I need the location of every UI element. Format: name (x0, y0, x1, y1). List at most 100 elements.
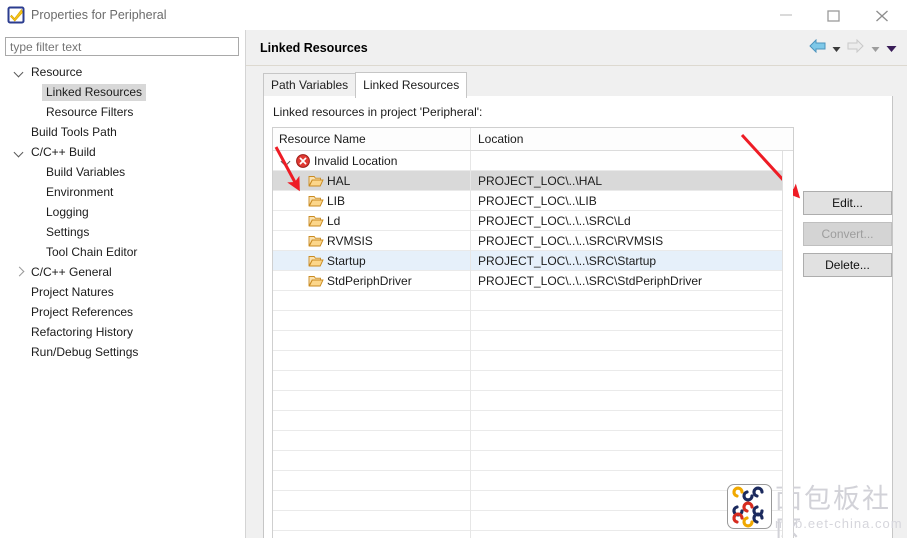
sidebar-item-settings[interactable]: Settings (0, 222, 245, 242)
page-nav-group (806, 38, 897, 59)
action-button-label: Edit... (832, 196, 863, 210)
vertical-scrollbar[interactable] (782, 151, 793, 538)
back-dropdown-icon[interactable] (832, 39, 841, 59)
row-location: PROJECT_LOC\..\..\SRC\Startup (478, 254, 657, 268)
tree-expander-placeholder (13, 282, 27, 302)
watermark: 面包板社区 mbb.eet-china.com (727, 484, 907, 538)
sidebar-item-project-references[interactable]: Project References (0, 302, 245, 322)
action-button-label: Convert... (821, 227, 874, 241)
table-header: Resource Name Location (273, 128, 793, 151)
tree-item-label: C/C++ Build (31, 145, 96, 160)
table-row-invalid-location[interactable]: Invalid Location (273, 151, 793, 171)
tree-expander-placeholder (28, 182, 42, 202)
back-arrow-icon[interactable] (808, 38, 826, 59)
delete-button[interactable]: Delete... (803, 253, 892, 277)
tab-label: Linked Resources (363, 78, 460, 92)
tree-item-label: Build Tools Path (31, 125, 117, 140)
tree-item-label: Linked Resources (42, 84, 147, 102)
tab-linked-resources[interactable]: Linked Resources (355, 72, 468, 98)
sidebar-item-c-c-general[interactable]: C/C++ General (0, 262, 245, 282)
title-bar: Properties for Peripheral (0, 0, 907, 31)
tree-expander-placeholder (13, 122, 27, 142)
content-description: Linked resources in project 'Peripheral'… (273, 105, 483, 119)
table-row-stdperiphdriver[interactable]: StdPeriphDriver PROJECT_LOC\..\..\SRC\St… (273, 271, 793, 291)
row-resource-name: Invalid Location (314, 154, 398, 168)
sidebar-item-resource-filters[interactable]: Resource Filters (0, 102, 245, 122)
edit-button[interactable]: Edit... (803, 191, 892, 215)
page-title: Linked Resources (260, 41, 368, 55)
sidebar-item-resource[interactable]: Resource (0, 62, 245, 82)
table-row-ld[interactable]: Ld PROJECT_LOC\..\..\SRC\Ld (273, 211, 793, 231)
column-separator-body (470, 151, 471, 538)
tree-expander-placeholder (28, 222, 42, 242)
tree-item-label: Settings (46, 225, 90, 240)
tree-expander-placeholder (28, 82, 42, 102)
row-resource-name: HAL (327, 174, 351, 188)
convert-button: Convert... (803, 222, 892, 246)
folder-icon (308, 173, 324, 189)
tree-expander-placeholder (28, 162, 42, 182)
page-panel: Linked Resources Path Variables Linked R… (246, 30, 907, 538)
minimize-button[interactable] (764, 0, 810, 29)
row-location: PROJECT_LOC\..\..\SRC\RVMSIS (478, 234, 664, 248)
table-row-hal[interactable]: HAL PROJECT_LOC\..\HAL (273, 171, 793, 191)
tree-item-label: Refactoring History (31, 325, 134, 340)
tree-item-label: Resource (31, 65, 83, 80)
folder-icon (308, 193, 324, 209)
table-row-startup[interactable]: Startup PROJECT_LOC\..\..\SRC\Startup (273, 251, 793, 271)
tree-expander-placeholder (28, 102, 42, 122)
close-button[interactable] (860, 0, 906, 29)
sidebar-item-environment[interactable]: Environment (0, 182, 245, 202)
view-menu-icon[interactable] (886, 39, 897, 59)
tree-item-label: Resource Filters (46, 105, 134, 120)
sidebar-item-refactoring-history[interactable]: Refactoring History (0, 322, 245, 342)
column-header-location[interactable]: Location (478, 128, 523, 150)
forward-arrow-icon (847, 38, 865, 59)
row-resource-name: Ld (327, 214, 341, 228)
table-row-lib[interactable]: LIB PROJECT_LOC\..\LIB (273, 191, 793, 211)
sidebar-item-project-natures[interactable]: Project Natures (0, 282, 245, 302)
maximize-button[interactable] (812, 0, 858, 29)
filter-input[interactable] (5, 37, 239, 56)
sidebar-item-build-tools-path[interactable]: Build Tools Path (0, 122, 245, 142)
tree-item-label: Run/Debug Settings (31, 345, 139, 360)
row-expander-icon[interactable] (282, 151, 292, 171)
folder-icon (308, 253, 324, 269)
sidebar-item-tool-chain-editor[interactable]: Tool Chain Editor (0, 242, 245, 262)
folder-icon (308, 233, 324, 249)
tree-item-label: Project References (31, 305, 134, 320)
sidebar-item-linked-resources[interactable]: Linked Resources (0, 82, 245, 102)
tree-item-label: Tool Chain Editor (46, 245, 138, 260)
row-resource-name: RVMSIS (327, 234, 373, 248)
settings-tree[interactable]: Resource Linked Resources Resource Filte… (0, 62, 245, 362)
tree-expander-placeholder (28, 242, 42, 262)
tab-label: Path Variables (271, 78, 349, 92)
column-separator[interactable] (470, 128, 471, 150)
tree-item-label: Project Natures (31, 285, 114, 300)
linked-resources-table[interactable]: Resource Name Location Invalid Location (272, 127, 794, 538)
tree-expander-placeholder (13, 302, 27, 322)
tab-strip[interactable]: Path Variables Linked Resources (263, 72, 468, 98)
row-location: PROJECT_LOC\..\..\SRC\Ld (478, 214, 631, 228)
tree-expander-icon[interactable] (13, 262, 27, 282)
sidebar-item-build-variables[interactable]: Build Variables (0, 162, 245, 182)
column-header-resource-name[interactable]: Resource Name (279, 128, 366, 150)
table-row-rvmsis[interactable]: RVMSIS PROJECT_LOC\..\..\SRC\RVMSIS (273, 231, 793, 251)
tree-expander-placeholder (13, 322, 27, 342)
folder-icon (308, 273, 324, 289)
row-resource-name: StdPeriphDriver (327, 274, 412, 288)
table-body: Invalid Location HAL PROJECT_LOC\..\HAL … (273, 151, 793, 538)
tree-expander-icon[interactable] (13, 142, 27, 162)
sidebar-item-c-c-build[interactable]: C/C++ Build (0, 142, 245, 162)
row-location: PROJECT_LOC\..\..\SRC\StdPeriphDriver (478, 274, 703, 288)
row-location: PROJECT_LOC\..\LIB (478, 194, 597, 208)
tab-path-variables[interactable]: Path Variables (263, 73, 357, 98)
sidebar-item-run-debug-settings[interactable]: Run/Debug Settings (0, 342, 245, 362)
tree-item-label: Logging (46, 205, 89, 220)
properties-dialog: Properties for Peripheral Resource Linke… (0, 0, 907, 538)
forward-dropdown-icon (871, 39, 880, 59)
sidebar-item-logging[interactable]: Logging (0, 202, 245, 222)
watermark-url: mbb.eet-china.com (775, 516, 903, 531)
folder-icon (308, 213, 324, 229)
tree-expander-icon[interactable] (13, 62, 27, 82)
